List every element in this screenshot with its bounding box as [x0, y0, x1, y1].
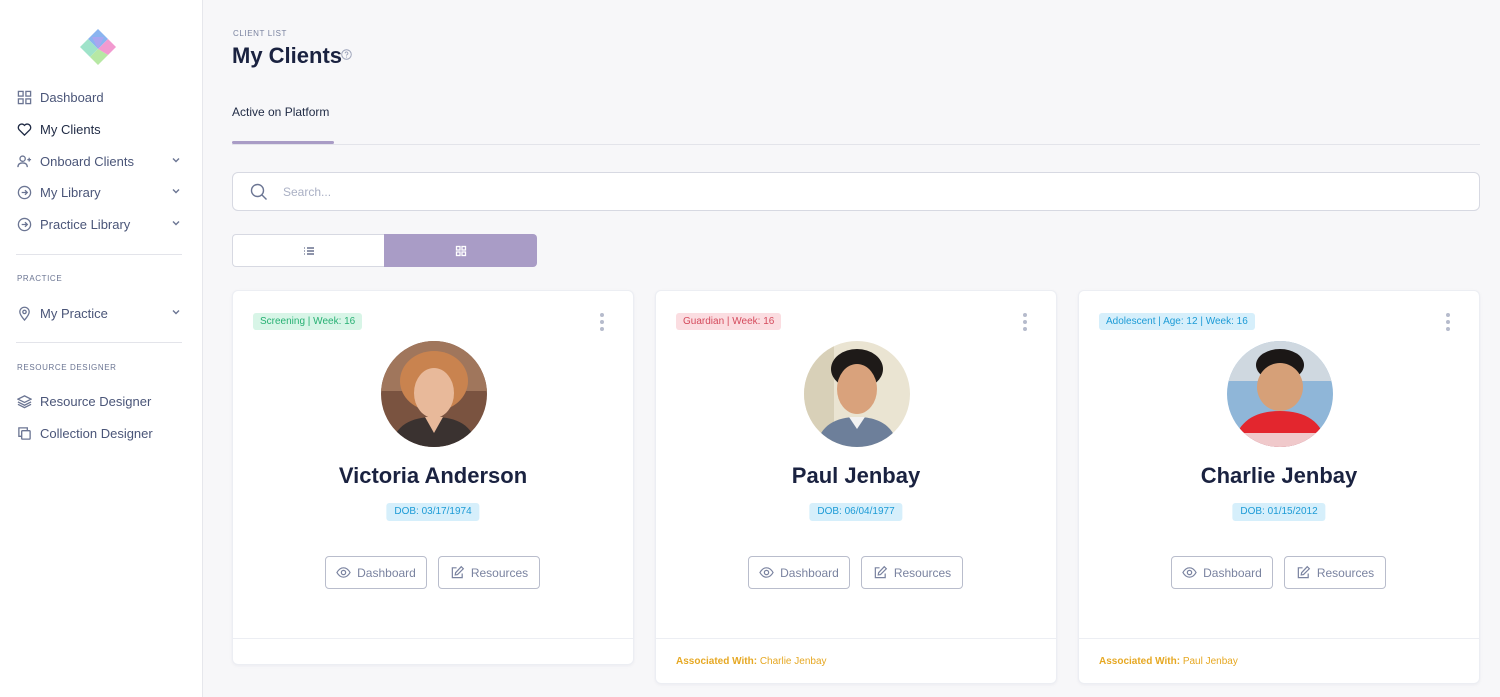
search-icon [250, 183, 267, 200]
resources-button-label: Resources [470, 565, 529, 580]
associated-client-link[interactable]: Charlie Jenbay [760, 656, 827, 667]
status-badge: Guardian | Week: 16 [676, 313, 782, 330]
chevron-down-icon[interactable] [170, 185, 182, 197]
dob-badge: DOB: 03/17/1974 [386, 503, 480, 521]
client-card: Guardian | Week: 16 Paul Jenbay DOB: 06/… [655, 290, 1057, 684]
dob-badge: DOB: 01/15/2012 [1232, 503, 1326, 521]
grid-view-button[interactable] [384, 234, 537, 267]
tab-active-indicator [232, 141, 334, 144]
sidebar-divider [16, 342, 182, 343]
sidebar-item-label: Dashboard [40, 89, 104, 105]
client-card: Screening | Week: 16 Victoria Anderson D… [232, 290, 634, 665]
edit-icon [874, 565, 887, 579]
edit-icon [451, 565, 464, 579]
more-options-icon[interactable] [1022, 313, 1028, 333]
dob-badge: DOB: 06/04/1977 [809, 503, 903, 521]
resources-button[interactable]: Resources [1284, 556, 1386, 589]
grid-icon [16, 89, 32, 105]
heart-icon [16, 121, 32, 137]
client-card: Adolescent | Age: 12 | Week: 16 Charlie … [1078, 290, 1480, 684]
sidebar-item-label: Collection Designer [40, 425, 153, 441]
page-title: My Clients [232, 43, 343, 68]
sidebar-item-my-library[interactable]: My Library [16, 181, 186, 203]
arrow-circle-icon [16, 184, 32, 200]
search-input[interactable] [283, 181, 1463, 203]
sidebar-item-my-practice[interactable]: My Practice [16, 302, 186, 324]
sidebar-item-label: My Practice [40, 305, 108, 321]
sidebar-item-onboard-clients[interactable]: Onboard Clients [16, 150, 186, 172]
app-logo[interactable] [78, 27, 118, 67]
avatar [381, 341, 487, 447]
more-options-icon[interactable] [599, 313, 605, 333]
copy-icon [16, 425, 32, 441]
associated-client-link[interactable]: Paul Jenbay [1183, 656, 1238, 667]
eye-icon [336, 567, 351, 578]
sidebar-item-collection-designer[interactable]: Collection Designer [16, 422, 186, 444]
dashboard-button[interactable]: Dashboard [1171, 556, 1273, 589]
tab-divider [232, 144, 1480, 145]
sidebar-item-my-clients[interactable]: My Clients [16, 118, 186, 140]
chevron-down-icon[interactable] [170, 154, 182, 166]
avatar [1227, 341, 1333, 447]
section-label-practice: PRACTICE [17, 274, 63, 283]
associated-label: Associated With: [1099, 656, 1181, 667]
breadcrumb: CLIENT LIST [233, 29, 288, 38]
status-badge: Adolescent | Age: 12 | Week: 16 [1099, 313, 1255, 330]
sidebar-item-dashboard[interactable]: Dashboard [16, 86, 186, 108]
eye-icon [759, 567, 774, 578]
section-label-resource-designer: RESOURCE DESIGNER [17, 363, 117, 372]
resources-button[interactable]: Resources [861, 556, 963, 589]
associated-with: Associated With: Paul Jenbay [1099, 656, 1238, 667]
dashboard-button[interactable]: Dashboard [325, 556, 427, 589]
chevron-down-icon[interactable] [170, 306, 182, 318]
search-box [232, 172, 1480, 211]
sidebar-item-resource-designer[interactable]: Resource Designer [16, 390, 186, 412]
user-plus-icon [16, 153, 32, 169]
map-pin-icon [16, 305, 32, 321]
tab-active-on-platform[interactable]: Active on Platform [232, 105, 329, 119]
list-view-button[interactable] [232, 234, 385, 267]
sidebar-divider [16, 254, 182, 255]
card-footer-divider [233, 638, 633, 639]
eye-icon [1182, 567, 1197, 578]
avatar [804, 341, 910, 447]
list-icon [304, 246, 314, 255]
edit-icon [1297, 565, 1310, 579]
sidebar-item-label: Onboard Clients [40, 153, 134, 169]
sidebar-item-practice-library[interactable]: Practice Library [16, 213, 186, 235]
layers-icon [16, 393, 32, 409]
grid-icon [455, 245, 466, 256]
sidebar-item-label: My Library [40, 184, 101, 200]
chevron-down-icon[interactable] [170, 217, 182, 229]
sidebar-item-label: My Clients [40, 121, 101, 137]
associated-label: Associated With: [676, 656, 758, 667]
resources-button-label: Resources [893, 565, 952, 580]
card-footer-divider [656, 638, 1056, 639]
card-footer-divider [1079, 638, 1479, 639]
sidebar-item-label: Resource Designer [40, 393, 152, 409]
client-name: Victoria Anderson [338, 463, 528, 488]
client-name: Charlie Jenbay [1200, 463, 1358, 488]
client-name: Paul Jenbay [791, 463, 921, 488]
arrow-circle-icon [16, 216, 32, 232]
dashboard-button[interactable]: Dashboard [748, 556, 850, 589]
help-icon[interactable] [341, 49, 352, 60]
associated-with: Associated With: Charlie Jenbay [676, 656, 827, 667]
status-badge: Screening | Week: 16 [253, 313, 363, 330]
sidebar: Dashboard My Clients Onboard Clients My … [0, 0, 203, 697]
more-options-icon[interactable] [1445, 313, 1451, 333]
resources-button[interactable]: Resources [438, 556, 540, 589]
resources-button-label: Resources [1316, 565, 1375, 580]
dashboard-button-label: Dashboard [780, 565, 839, 580]
dashboard-button-label: Dashboard [1203, 565, 1262, 580]
sidebar-item-label: Practice Library [40, 216, 131, 232]
dashboard-button-label: Dashboard [357, 565, 416, 580]
